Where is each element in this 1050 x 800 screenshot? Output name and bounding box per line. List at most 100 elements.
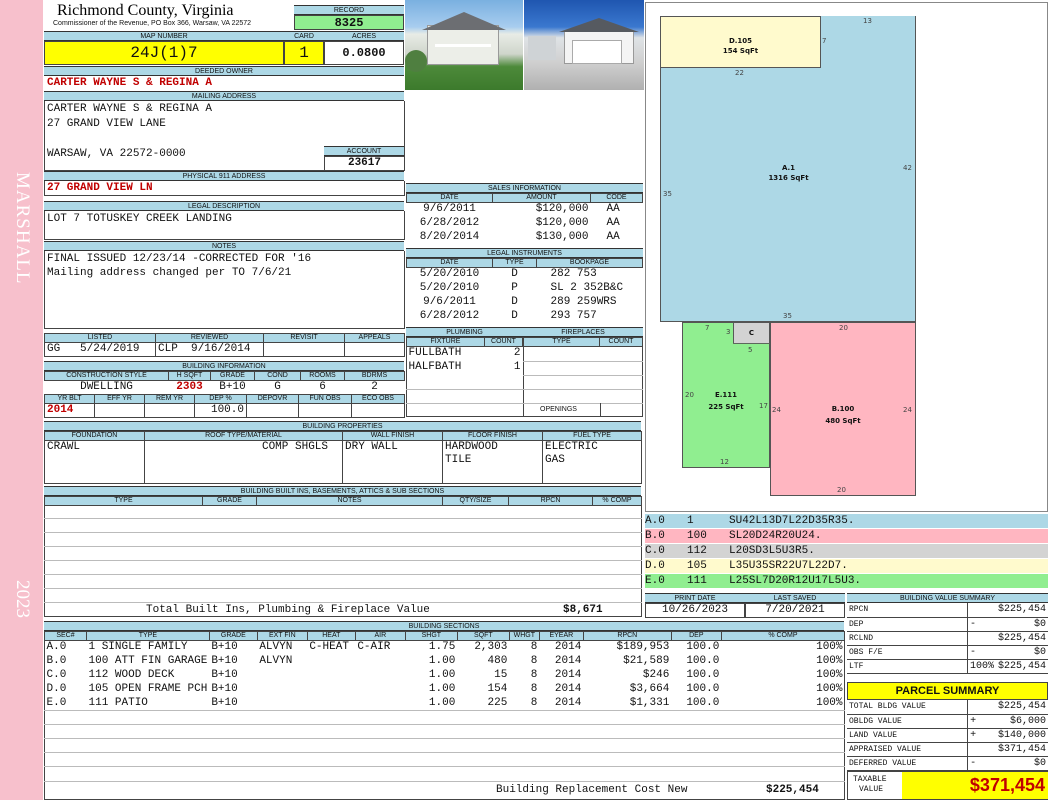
summary-row: OBS F/E - $0: [847, 645, 1048, 660]
divider: [44, 738, 845, 739]
legend-id: E.0: [645, 575, 665, 587]
eco-obs: [351, 403, 405, 418]
summary-value: $225,454: [978, 700, 1048, 715]
table-row: DWELLING 2303 B+10 G 6 2: [45, 381, 405, 395]
summary-value: $0: [995, 617, 1048, 632]
sale-code: AA: [606, 231, 620, 243]
divider: [523, 361, 643, 362]
sketch-label: E.111: [714, 391, 738, 399]
openings-label: OPENINGS: [540, 406, 577, 413]
instrument-type: D: [511, 310, 518, 322]
divider: [44, 532, 642, 533]
instrument-date: 9/6/2011: [423, 296, 476, 308]
divider: [44, 588, 642, 589]
legend-id: B.0: [645, 530, 665, 542]
dimension-label: 13: [863, 17, 872, 25]
sketch-area-label: 480 SqFt: [825, 417, 861, 425]
print-date: 10/26/2023: [645, 603, 745, 618]
construction-style: DWELLING: [80, 381, 133, 394]
tax-year: 2023: [12, 580, 33, 618]
summary-label: DEFERRED VALUE: [847, 756, 969, 771]
house-photo-front: [405, 0, 523, 90]
summary-label: APPRAISED VALUE: [847, 742, 969, 757]
dimension-label: 20: [837, 486, 846, 494]
legend-row: E.0 111 L25SL7D20R12U17L5U3.: [645, 574, 1048, 589]
summary-value: $225,454: [995, 603, 1048, 618]
bedrooms-value: 2: [371, 381, 378, 394]
yrblt-header: YR BLT: [44, 394, 95, 404]
dimension-label: 17: [759, 402, 768, 410]
dimension-label: 7: [705, 324, 710, 332]
notes-label: NOTES: [44, 241, 404, 251]
table-row: 6/28/2012 $120,000 AA: [407, 217, 643, 231]
year-built: 2014: [44, 403, 95, 418]
summary-label: DEP: [847, 617, 968, 632]
dimension-label: 42: [903, 164, 912, 172]
summary-sign: [967, 603, 996, 618]
summary-row: DEFERRED VALUE - $0: [847, 756, 1048, 771]
acres-value: 0.0800: [324, 41, 404, 65]
table-row: 5/20/2010 D 282 753: [407, 268, 643, 282]
construction-style-header: CONSTRUCTION STYLE: [44, 371, 169, 381]
sketch-area-label: 1316 SqFt: [768, 174, 809, 182]
summary-label: TOTAL BLDG VALUE: [847, 700, 969, 715]
summary-value: $6,000: [978, 714, 1048, 729]
reviewed-by: CLP: [158, 343, 178, 356]
summary-value: $225,454: [995, 631, 1048, 646]
table-row: 8/20/2014 $130,000 AA: [407, 231, 643, 245]
summary-value: $0: [995, 645, 1048, 660]
sale-code: AA: [606, 203, 620, 216]
foundation-value: CRAWL: [44, 440, 145, 484]
building-info-title: BUILDING INFORMATION: [44, 361, 404, 371]
summary-label: OBS F/E: [847, 645, 968, 660]
parcel-summary-table: TOTAL BLDG VALUE $225,454 OBLDG VALUE + $6,0…: [847, 700, 1048, 771]
summary-sign: -: [967, 756, 979, 771]
table-row: 9/6/2011 D 289 259WRS: [407, 296, 643, 310]
sale-code: AA: [606, 217, 620, 229]
divider: [44, 602, 642, 603]
summary-label: RPCN: [847, 603, 968, 618]
instruments-table: DATE TYPE BOOKPAGE 5/20/2010 D 282 753 5/20/…: [406, 258, 643, 324]
summary-value: $140,000: [978, 728, 1048, 743]
plumbing-fireplace-box: [406, 346, 643, 417]
depovr-header: DEPOVR: [246, 394, 299, 404]
instrument-bookpage: 289 259WRS: [550, 296, 617, 308]
instrument-book-header: BOOKPAGE: [536, 258, 643, 268]
rem-year: [144, 403, 195, 418]
sale-amount: $120,000: [535, 217, 589, 229]
divider: [406, 403, 643, 404]
dimension-label: 20: [839, 324, 848, 332]
divider: [44, 766, 845, 767]
card-label: CARD: [284, 31, 324, 41]
summary-sign: [967, 700, 979, 715]
instrument-type-header: TYPE: [492, 258, 537, 268]
listing-table: LISTED REVIEWED REVISIT APPEALS GG 5/24/201…: [44, 333, 405, 357]
appeals-header: APPEALS: [344, 333, 405, 343]
dep-override: [246, 403, 299, 418]
floor-finish-2: TILE: [445, 454, 472, 466]
instrument-date: 5/20/2010: [419, 282, 480, 294]
side-band: MARSHALL 2023: [0, 0, 43, 800]
dimension-label: 20: [685, 391, 694, 399]
divider: [44, 781, 845, 782]
building-info-table-2: YR BLT EFF YR REM YR DEP % DEPOVR FUN OBS ECO …: [44, 394, 405, 418]
instrument-type: P: [511, 282, 518, 294]
legend-row: B.0 100 SL20D24R20U24.: [645, 529, 1048, 544]
remyr-header: REM YR: [144, 394, 195, 404]
sketch-section-d105: D.105 154 SqFt: [660, 16, 821, 68]
summary-label: LTF: [847, 659, 968, 674]
legend-code: 112: [687, 545, 707, 557]
legend-desc: L35U35SR22U7L22D7.: [729, 560, 848, 572]
legend-row: A.0 1 SU42L13D7L22D35R35.: [645, 514, 1048, 529]
replacement-cost-label: Building Replacement Cost New: [496, 784, 688, 796]
summary-row: OBLDG VALUE + $6,000: [847, 714, 1048, 729]
map-number-label: MAP NUMBER: [44, 31, 284, 41]
cond-header: COND: [254, 371, 301, 381]
table-row: GG 5/24/2019 CLP 9/16/2014: [44, 342, 405, 357]
instrument-date-header: DATE: [406, 258, 493, 268]
roof-value: COMP SHGLS: [144, 440, 343, 484]
summary-row: LAND VALUE + $140,000: [847, 728, 1048, 743]
summary-sign: +: [967, 728, 979, 743]
sales-title: SALES INFORMATION: [406, 183, 643, 193]
heated-sqft: 2303: [176, 381, 203, 394]
